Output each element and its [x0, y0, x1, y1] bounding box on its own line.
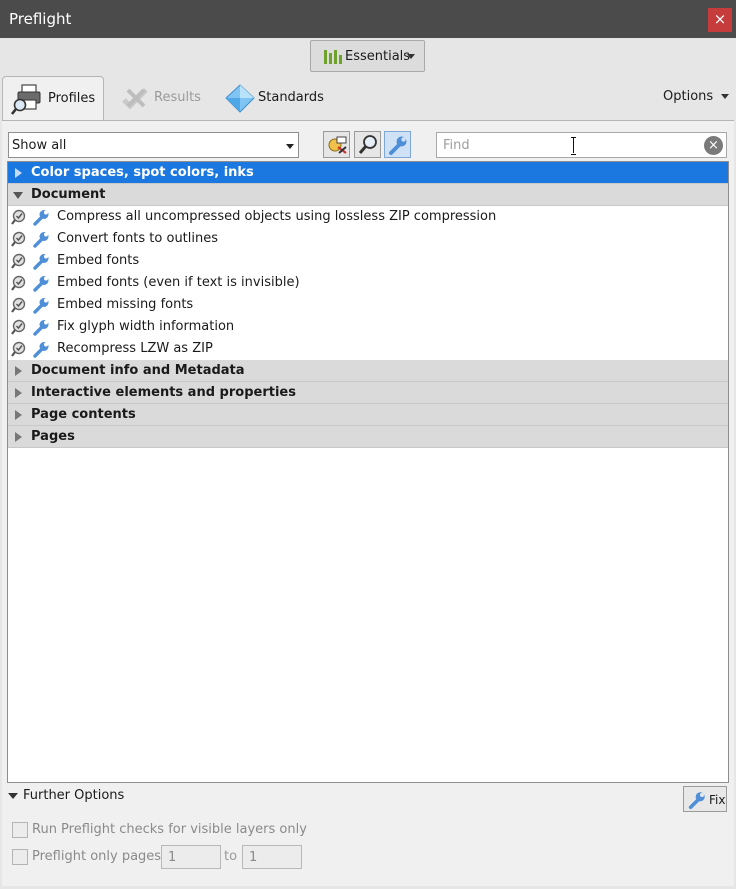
- fixup-label: Compress all uncompressed objects using …: [57, 209, 497, 224]
- filter-select[interactable]: Show all: [8, 132, 299, 158]
- wrench-icon: [389, 136, 407, 155]
- chevron-down-icon: [286, 144, 294, 149]
- tab-profiles[interactable]: Profiles: [2, 76, 104, 120]
- fixup-icon: [11, 209, 49, 226]
- fixups-tree[interactable]: Color spaces, spot colors, inks Document…: [7, 161, 729, 783]
- printer-magnifier-icon: [11, 84, 41, 115]
- category-page-contents[interactable]: Page contents: [8, 404, 728, 426]
- options-label: Options: [663, 89, 714, 104]
- expand-arrow-icon[interactable]: [15, 410, 22, 420]
- profile-icon: [328, 136, 347, 154]
- library-icon: [324, 50, 342, 64]
- fixup-label: Embed missing fonts: [57, 297, 194, 312]
- tab-results[interactable]: Results: [112, 76, 212, 120]
- find-field[interactable]: ×: [436, 132, 727, 158]
- expand-arrow-icon[interactable]: [15, 366, 22, 376]
- expand-arrow-icon[interactable]: [15, 432, 22, 442]
- fixup-label: Convert fonts to outlines: [57, 231, 219, 246]
- text-cursor-icon: [571, 137, 576, 155]
- tab-standards[interactable]: Standards: [216, 76, 334, 120]
- fixup-icon: [11, 319, 49, 336]
- wrench-icon: [688, 792, 705, 810]
- to-page-input[interactable]: [242, 845, 302, 869]
- find-input[interactable]: [443, 136, 693, 154]
- show-checks-button[interactable]: [354, 131, 381, 158]
- essentials-dropdown[interactable]: Essentials: [310, 40, 425, 72]
- category-label: Page contents: [31, 407, 136, 422]
- category-interactive-elements[interactable]: Interactive elements and properties: [8, 382, 728, 404]
- category-label: Interactive elements and properties: [31, 385, 296, 400]
- essentials-label: Essentials: [345, 49, 411, 64]
- options-menu[interactable]: Options: [663, 89, 730, 104]
- tab-results-label: Results: [154, 90, 201, 105]
- title-bar: Preflight ×: [0, 0, 736, 38]
- collapse-arrow-icon: [8, 792, 18, 799]
- fixup-icon: [11, 253, 49, 270]
- checkbox[interactable]: [12, 822, 28, 838]
- visible-layers-label: Run Preflight checks for visible layers …: [32, 822, 307, 837]
- expand-arrow-icon[interactable]: [15, 168, 22, 178]
- magnifier-icon: [358, 135, 377, 154]
- window-title: Preflight: [9, 10, 72, 28]
- from-page-input[interactable]: [161, 845, 221, 869]
- fixup-icon: [11, 297, 49, 314]
- collapse-arrow-icon[interactable]: [13, 192, 23, 199]
- chevron-down-icon: [721, 94, 730, 99]
- fixup-label: Embed fonts (even if text is invisible): [57, 275, 300, 290]
- fixup-label: Recompress LZW as ZIP: [57, 341, 213, 356]
- show-profiles-button[interactable]: [323, 131, 350, 158]
- fixup-label: Fix glyph width information: [57, 319, 235, 334]
- to-label: to: [224, 849, 238, 864]
- further-options-toggle[interactable]: Further Options: [8, 788, 124, 803]
- further-options-label: Further Options: [23, 788, 125, 803]
- checkbox[interactable]: [12, 849, 28, 865]
- category-label: Color spaces, spot colors, inks: [31, 165, 254, 180]
- fixup-icon: [11, 275, 49, 292]
- fixup-label: Embed fonts: [57, 253, 140, 268]
- fixup-item[interactable]: Embed fonts (even if text is invisible): [8, 272, 728, 294]
- preflight-pages-label: Preflight only pages: [32, 849, 162, 864]
- category-label: Document: [31, 187, 106, 202]
- category-document[interactable]: Document: [8, 184, 728, 206]
- fixup-icon: [11, 341, 49, 358]
- filter-selected-value: Show all: [12, 138, 67, 153]
- fixup-item[interactable]: Embed missing fonts: [8, 294, 728, 316]
- fixup-icon: [11, 231, 49, 248]
- fixup-item[interactable]: Fix glyph width information: [8, 316, 728, 338]
- fixup-item[interactable]: Compress all uncompressed objects using …: [8, 206, 728, 228]
- expand-arrow-icon[interactable]: [15, 388, 22, 398]
- category-pages[interactable]: Pages: [8, 426, 728, 448]
- category-document-info[interactable]: Document info and Metadata: [8, 360, 728, 382]
- show-fixups-button[interactable]: [384, 131, 411, 158]
- fixup-item[interactable]: Recompress LZW as ZIP: [8, 338, 728, 360]
- category-label: Pages: [31, 429, 75, 444]
- category-label: Document info and Metadata: [31, 363, 245, 378]
- fix-label: Fix: [709, 793, 726, 807]
- tab-profiles-label: Profiles: [48, 91, 96, 106]
- results-icon: [122, 88, 148, 110]
- category-color-spaces[interactable]: Color spaces, spot colors, inks: [8, 162, 728, 184]
- chevron-down-icon: [407, 54, 415, 59]
- standards-diamond-icon: [225, 84, 255, 113]
- fixup-item[interactable]: Convert fonts to outlines: [8, 228, 728, 250]
- close-button[interactable]: ×: [708, 8, 732, 32]
- clear-search-icon[interactable]: ×: [704, 136, 723, 155]
- tab-standards-label: Standards: [258, 90, 324, 105]
- fix-button[interactable]: Fix: [683, 786, 727, 812]
- fixup-item[interactable]: Embed fonts: [8, 250, 728, 272]
